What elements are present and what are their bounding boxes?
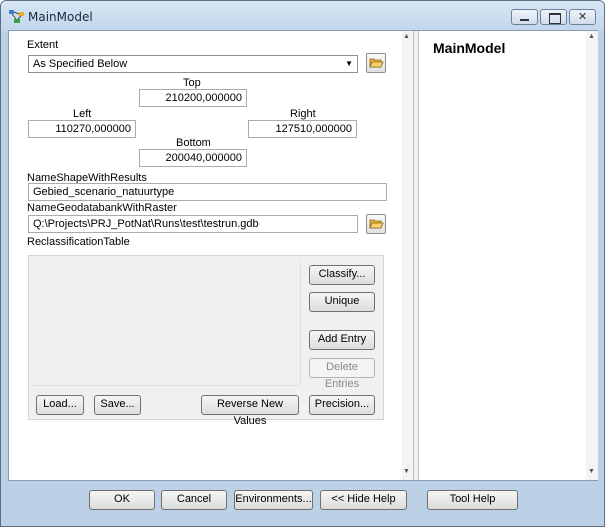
dialog-client: Extent As Specified Below ▼ Top 210200,0… xyxy=(8,30,598,481)
maximize-button[interactable] xyxy=(540,9,567,25)
gdb-field[interactable]: Q:\Projects\PRJ_PotNat\Runs\test\testrun… xyxy=(28,215,358,233)
environments-button[interactable]: Environments... xyxy=(234,490,313,510)
help-scrollbar[interactable]: ▲ ▼ xyxy=(586,31,598,480)
scroll-down-icon[interactable]: ▼ xyxy=(403,468,410,475)
cancel-button[interactable]: Cancel xyxy=(161,490,227,510)
reclass-panel: Classify... Unique Add Entry Delete Entr… xyxy=(28,255,384,427)
top-field[interactable]: 210200,000000 xyxy=(139,89,247,107)
delete-entries-button[interactable]: Delete Entries xyxy=(309,358,375,390)
help-panel: MainModel ▲ ▼ xyxy=(418,31,598,480)
extent-label: Extent xyxy=(27,39,59,51)
reclass-label: ReclassificationTable xyxy=(27,236,130,248)
extent-value: As Specified Below xyxy=(33,58,128,70)
classify-button[interactable]: Classify... xyxy=(309,265,375,285)
bottom-field[interactable]: 200040,000000 xyxy=(139,149,247,167)
precision-button[interactable]: Precision... xyxy=(309,395,375,415)
tool-help-button[interactable]: Tool Help xyxy=(427,490,518,510)
parameters-scrollbar[interactable]: ▲ ▼ xyxy=(402,31,413,480)
title-bar[interactable]: MainModel xyxy=(1,1,604,31)
scroll-up-icon[interactable]: ▲ xyxy=(588,33,595,40)
gdb-browse-button[interactable] xyxy=(366,214,386,234)
parameters-panel: Extent As Specified Below ▼ Top 210200,0… xyxy=(9,31,414,480)
model-icon xyxy=(9,10,25,24)
ok-button[interactable]: OK xyxy=(89,490,155,510)
scroll-up-icon[interactable]: ▲ xyxy=(403,33,410,40)
reclass-table[interactable] xyxy=(31,258,301,386)
window-title: MainModel xyxy=(28,10,93,24)
close-button[interactable] xyxy=(569,9,596,25)
right-field[interactable]: 127510,000000 xyxy=(248,120,357,138)
hide-help-button[interactable]: << Hide Help xyxy=(320,490,407,510)
minimize-button[interactable] xyxy=(511,9,538,25)
unique-button[interactable]: Unique xyxy=(309,292,375,312)
save-button[interactable]: Save... xyxy=(94,395,141,415)
extent-browse-button[interactable] xyxy=(366,53,386,73)
chevron-down-icon: ▼ xyxy=(345,59,353,68)
extent-dropdown[interactable]: As Specified Below ▼ xyxy=(28,55,358,73)
right-label: Right xyxy=(290,108,316,120)
bottom-label: Bottom xyxy=(176,137,211,149)
load-button[interactable]: Load... xyxy=(36,395,84,415)
shape-field[interactable]: Gebied_scenario_natuurtype xyxy=(28,183,387,201)
gdb-label: NameGeodatabankWithRaster xyxy=(27,202,177,214)
add-entry-button[interactable]: Add Entry xyxy=(309,330,375,350)
help-title: MainModel xyxy=(433,40,506,56)
left-field[interactable]: 110270,000000 xyxy=(28,120,136,138)
reverse-values-button[interactable]: Reverse New Values xyxy=(201,395,299,427)
dialog-window: MainModel Extent As Specified Below ▼ To… xyxy=(0,0,605,527)
top-label: Top xyxy=(183,77,201,89)
left-label: Left xyxy=(73,108,92,120)
scroll-down-icon[interactable]: ▼ xyxy=(588,468,595,475)
